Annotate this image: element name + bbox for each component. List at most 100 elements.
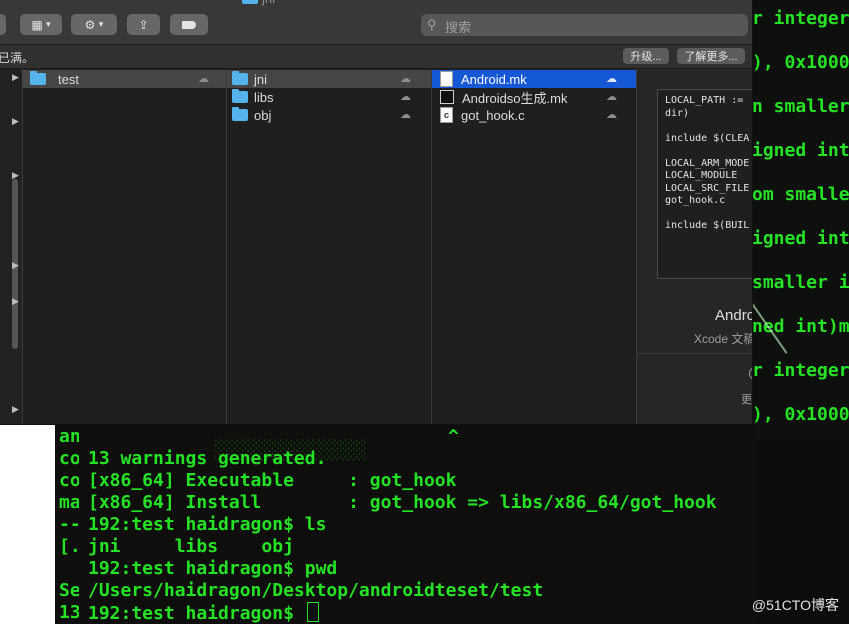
column-browser: ▶ ▶ ▶ ▶ ▶ ▶ test ☁︎ jni libs obj ☁︎ ☁︎ ☁… — [0, 69, 752, 424]
bg-terminal-line: igned int — [752, 140, 849, 161]
code-line: got_hook.c — [665, 195, 726, 206]
chevron-down-icon: ▾ — [46, 19, 51, 29]
cloud-icon: ☁︎ — [400, 108, 411, 121]
code-line: LOCAL_MODULE — [665, 170, 738, 181]
preview-more-label[interactable]: 更 — [741, 391, 752, 407]
folder-column-2: jni libs obj ☁︎ ☁︎ ☁︎ — [227, 69, 432, 424]
list-item-label: Androidso生成.mk — [462, 90, 568, 106]
preview-file-kind: Xcode 文稿 — [694, 332, 753, 346]
desktop-background — [0, 424, 55, 624]
grid-icon: ▦ — [31, 17, 43, 32]
watermark: @51CTO博客 — [751, 597, 839, 613]
chevron-right-icon: ▶ — [12, 297, 19, 307]
code-line: include $(BUIL — [665, 220, 750, 231]
view-options-button[interactable]: ▦ ▾ — [20, 14, 62, 35]
terminal-prompt-line[interactable]: 192:test haidragon$ — [88, 602, 319, 624]
c-source-icon: c — [440, 107, 453, 123]
preview-pane: LOCAL_PATH := dir) include $(CLEA LOCAL_… — [637, 69, 752, 424]
view-partial-button[interactable] — [0, 14, 6, 35]
terminal-line: [x86_64] Executable : got_hook — [88, 470, 457, 491]
bg-terminal-line: ), 0x1000 — [752, 52, 849, 73]
terminal-gutter-line: an — [59, 426, 81, 447]
list-item-label: obj — [254, 107, 272, 123]
search-placeholder: 搜索 — [445, 20, 472, 35]
terminal-line: 192:test haidragon$ ls — [88, 514, 327, 535]
code-line: dir) — [665, 107, 690, 119]
chevron-right-icon: ▶ — [12, 261, 19, 271]
storage-notice-bar: 已满。 升级... 了解更多... — [0, 45, 752, 69]
action-button[interactable]: ⚙ ▾ — [71, 14, 117, 35]
tag-icon — [182, 20, 196, 29]
learn-more-button[interactable]: 了解更多... — [677, 48, 745, 64]
terminal-gutter-line: ma — [59, 492, 81, 513]
document-icon — [440, 71, 453, 87]
terminal-line: /Users/haidragon/Desktop/androidteset/te… — [88, 580, 544, 601]
code-line: LOCAL_PATH := — [665, 95, 744, 106]
bg-terminal-line: r integer — [752, 8, 849, 29]
bg-terminal-line: n smaller — [752, 96, 849, 117]
list-item-label: jni — [254, 71, 268, 87]
terminal-gutter-line: co — [59, 470, 81, 491]
folder-icon — [242, 0, 258, 4]
list-item-label: test — [58, 71, 79, 87]
list-item-label: libs — [254, 89, 274, 105]
folder-icon — [232, 89, 248, 103]
list-item-label: got_hook.c — [461, 107, 525, 123]
terminal-gutter-line: -- — [59, 514, 81, 535]
file-preview-thumbnail: LOCAL_PATH := dir) include $(CLEA LOCAL_… — [657, 89, 752, 279]
cloud-icon: ☁︎ — [606, 108, 617, 121]
upgrade-button[interactable]: 升级... — [623, 48, 669, 64]
terminal-gutter-line: [. — [59, 536, 81, 557]
terminal-line: [x86_64] Install : got_hook => libs/x86_… — [88, 492, 717, 513]
code-line: LOCAL_ARM_MODE — [665, 157, 750, 169]
chevron-right-icon: ▶ — [12, 73, 19, 83]
bg-terminal-line: igned int — [752, 228, 849, 249]
file-column: Android.mk Androidso生成.mk c got_hook.c ☁… — [432, 69, 637, 424]
search-field[interactable]: ⚲ 搜索 — [421, 14, 748, 36]
share-button[interactable]: ⇪ — [127, 14, 160, 35]
chevron-right-icon: ▶ — [12, 171, 19, 181]
cloud-icon: ☁︎ — [606, 90, 617, 103]
terminal-line: 13 warnings generated. — [88, 448, 327, 469]
preview-file-name: Andro — [715, 307, 753, 324]
terminal-split — [79, 424, 87, 624]
gear-icon: ⚙ — [84, 17, 96, 32]
window-title: jni — [242, 0, 275, 6]
cloud-icon: ☁︎ — [400, 90, 411, 103]
cloud-icon: ☁︎ — [198, 72, 209, 85]
tag-button[interactable] — [170, 14, 208, 35]
search-icon: ⚲ — [427, 17, 437, 32]
terminal-gutter-line: 13 — [59, 602, 81, 623]
window-title-text: jni — [262, 0, 275, 6]
code-line: include $(CLEA — [665, 132, 750, 144]
folder-icon — [30, 71, 46, 85]
chevron-down-icon: ▾ — [98, 19, 104, 29]
finder-toolbar: jni ▦ ▾ ⚙ ▾ ⇪ ⚲ 搜索 — [0, 0, 752, 45]
list-item-label: Android.mk — [461, 71, 527, 87]
terminal-line: 192:test haidragon$ pwd — [88, 558, 338, 579]
folder-icon — [232, 71, 248, 85]
share-icon: ⇪ — [138, 17, 149, 32]
list-item[interactable]: test — [22, 70, 226, 88]
chevron-right-icon: ▶ — [12, 405, 19, 415]
background-terminal: r integer ), 0x1000 n smaller igned int … — [752, 0, 849, 440]
code-line: LOCAL_SRC_FILE — [665, 182, 750, 194]
chevron-right-icon: ▶ — [12, 117, 19, 127]
terminal-caret-line: ^ — [448, 426, 459, 447]
storage-notice-text: 已满。 — [0, 51, 35, 65]
more-circle-icon[interactable] — [749, 367, 752, 380]
cloud-icon: ☁︎ — [606, 72, 617, 85]
folder-icon — [232, 107, 248, 121]
terminal-cursor — [306, 602, 319, 622]
folder-column-1: test ☁︎ — [22, 69, 227, 424]
terminal-gutter-line: Se — [59, 580, 81, 601]
divider — [637, 353, 752, 354]
document-icon — [440, 90, 454, 104]
bg-terminal-line: r integer — [752, 360, 849, 381]
cloud-icon: ☁︎ — [400, 72, 411, 85]
terminal-window[interactable]: ░░░░░░░░░░░░░░ ^ an co co ma -- [. Se 13… — [55, 424, 755, 624]
terminal-gutter-line: co — [59, 448, 81, 469]
